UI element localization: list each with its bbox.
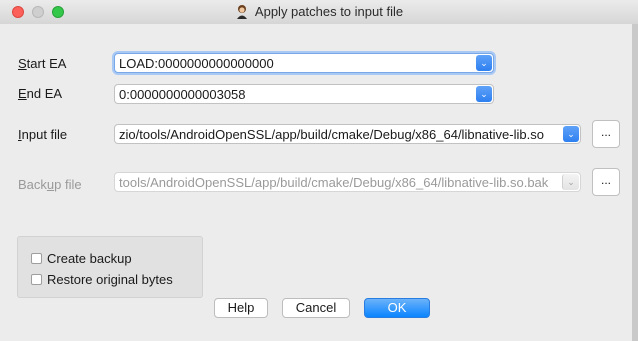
restore-original-option[interactable]: Restore original bytes: [31, 272, 173, 287]
end-ea-label: End EA: [18, 86, 63, 101]
input-file-label: Input file: [18, 127, 68, 142]
options-group: Create backup Restore original bytes: [17, 236, 203, 298]
chevron-down-icon[interactable]: ⌄: [563, 126, 579, 142]
chevron-down-icon[interactable]: ⌄: [476, 55, 492, 71]
background-window-edge: [632, 24, 638, 341]
restore-original-label: Restore original bytes: [47, 272, 173, 287]
browse-backup-button[interactable]: ...: [592, 168, 620, 196]
create-backup-option[interactable]: Create backup: [31, 251, 132, 266]
help-button[interactable]: Help: [214, 298, 268, 318]
backup-file-value: tools/AndroidOpenSSL/app/build/cmake/Deb…: [119, 175, 549, 190]
title-bar[interactable]: Apply patches to input file: [0, 0, 638, 25]
create-backup-label: Create backup: [47, 251, 132, 266]
end-ea-combo[interactable]: 0:0000000000003058 ⌄: [114, 84, 494, 104]
start-ea-label: Start EA: [18, 56, 67, 71]
end-ea-value: 0:0000000000003058: [119, 87, 246, 102]
input-file-value: zio/tools/AndroidOpenSSL/app/build/cmake…: [119, 127, 544, 142]
ida-icon: [236, 5, 247, 19]
backup-file-combo[interactable]: tools/AndroidOpenSSL/app/build/cmake/Deb…: [114, 172, 581, 192]
start-ea-combo[interactable]: LOAD:0000000000000000 ⌄: [114, 53, 494, 73]
window-title: Apply patches to input file: [254, 4, 404, 19]
ok-button[interactable]: OK: [364, 298, 430, 318]
chevron-down-icon[interactable]: ⌄: [562, 174, 579, 190]
dialog-body: Start EA LOAD:0000000000000000 ⌄ End EA …: [0, 24, 633, 340]
start-ea-value: LOAD:0000000000000000: [119, 56, 274, 71]
input-file-combo[interactable]: zio/tools/AndroidOpenSSL/app/build/cmake…: [114, 124, 581, 144]
browse-input-button[interactable]: ...: [592, 120, 620, 148]
title-area: Apply patches to input file: [0, 4, 638, 19]
create-backup-checkbox[interactable]: [31, 253, 42, 264]
restore-original-checkbox[interactable]: [31, 274, 42, 285]
cancel-button[interactable]: Cancel: [282, 298, 350, 318]
chevron-down-icon[interactable]: ⌄: [476, 86, 492, 102]
backup-file-label: Backup file: [18, 177, 82, 192]
